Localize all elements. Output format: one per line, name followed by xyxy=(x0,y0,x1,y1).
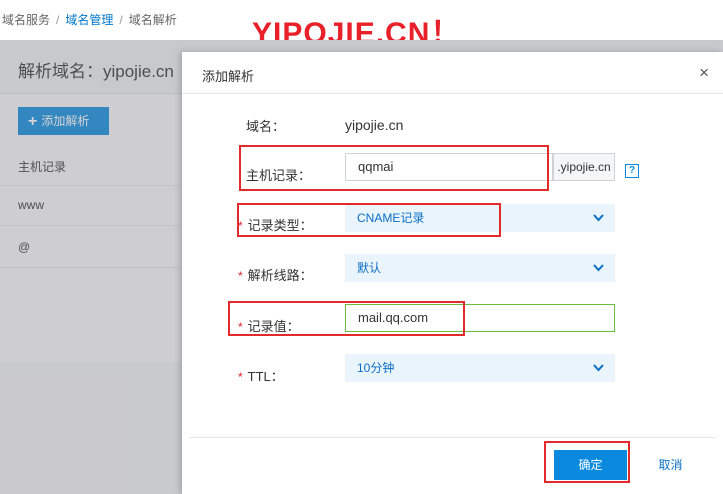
ttl-select[interactable]: 10分钟 xyxy=(345,354,615,382)
dialog-header: 添加解析 × xyxy=(182,52,723,94)
dialog-title: 添加解析 xyxy=(202,69,255,84)
help-icon[interactable]: ? xyxy=(625,164,639,178)
close-icon[interactable]: × xyxy=(699,63,709,83)
line-label: * 解析线路： xyxy=(238,265,313,284)
ttl-label-text: TTL： xyxy=(247,369,284,384)
line-select[interactable]: 默认 xyxy=(345,254,615,282)
cancel-button[interactable]: 取消 xyxy=(634,450,707,480)
breadcrumb-item-domain-service[interactable]: 域名服务 xyxy=(2,13,50,27)
annotation-box-type xyxy=(237,203,501,237)
add-record-dialog: 添加解析 × 域名： yipojie.cn 主机记录： qqmai .yipoj… xyxy=(182,52,723,494)
ttl-label: * TTL： xyxy=(238,366,284,385)
required-mark: * xyxy=(238,269,243,283)
annotation-box-host xyxy=(239,145,549,191)
chevron-down-icon xyxy=(593,364,604,372)
host-suffix: .yipojie.cn xyxy=(553,153,615,181)
chevron-down-icon xyxy=(593,214,604,222)
line-value: 默认 xyxy=(357,261,382,275)
annotation-box-record xyxy=(228,301,465,336)
breadcrumb-item-domain-manage[interactable]: 域名管理 xyxy=(65,13,113,27)
breadcrumb-separator: / xyxy=(56,13,60,27)
domain-value: yipojie.cn xyxy=(345,117,404,133)
breadcrumb-item-domain-resolve: 域名解析 xyxy=(128,13,177,27)
chevron-down-icon xyxy=(593,264,604,272)
annotation-box-confirm xyxy=(544,441,630,483)
required-mark: * xyxy=(238,370,243,384)
ttl-value: 10分钟 xyxy=(357,361,395,375)
breadcrumb-separator: / xyxy=(119,13,123,27)
footer-divider xyxy=(190,437,715,438)
line-label-text: 解析线路： xyxy=(247,268,313,283)
domain-label: 域名： xyxy=(246,119,286,134)
